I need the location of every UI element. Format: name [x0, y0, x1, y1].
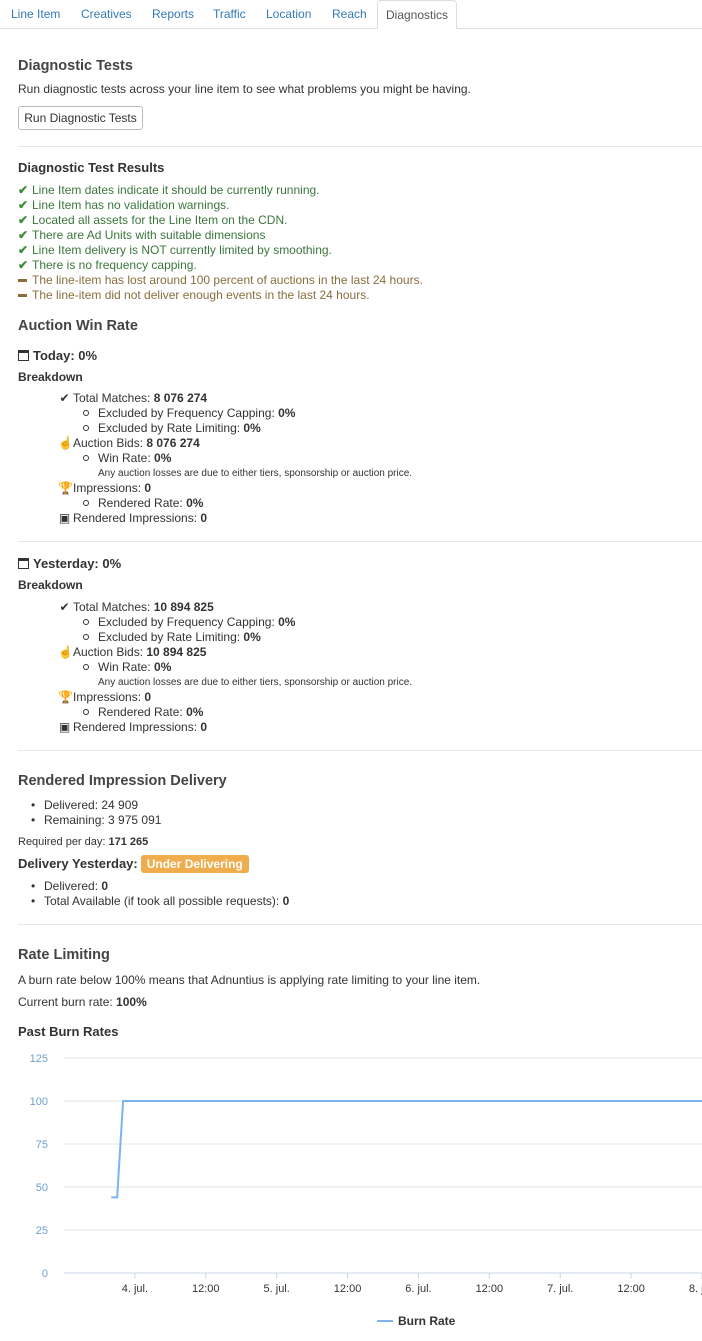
required-per-day: Required per day: 171 265 [18, 836, 149, 848]
today-heading: Today: 0% [18, 348, 97, 363]
x-tick-label: 4. jul. [122, 1283, 148, 1295]
rendered-rate: Rendered Rate: 0% [82, 705, 204, 719]
x-tick-label: 12:00 [476, 1283, 504, 1295]
check-icon: ✔ [18, 183, 29, 197]
diagnostic-tests-title: Diagnostic Tests [18, 58, 133, 74]
minus-icon [18, 273, 32, 287]
result-item: ✔ Line Item dates indicate it should be c… [18, 183, 320, 197]
rendered-impressions: ▣ Rendered Impressions: 0 [58, 511, 208, 525]
result-item: ✔ There is no frequency capping. [18, 258, 197, 272]
result-item: ✔ Line Item delivery is NOT currently lim… [18, 243, 332, 257]
x-tick-label: 12:00 [334, 1283, 362, 1295]
delivery-yesterday: Delivery Yesterday: Under Delivering [18, 855, 249, 873]
impressions: 🏆Impressions: 0 [58, 690, 152, 704]
current-burn-rate: Current burn rate: 100% [18, 995, 147, 1009]
delivered-total: Delivered: 24 909 [31, 798, 138, 812]
excluded-rate-limiting: Excluded by Rate Limiting: 0% [83, 630, 261, 644]
result-item: ✔ Line Item has no validation warnings. [18, 198, 230, 212]
divider [18, 146, 702, 147]
total-matches: ✔ Total Matches: 8 076 274 [59, 391, 208, 405]
x-tick-label: 6. jul. [405, 1283, 431, 1295]
minus-icon [18, 288, 32, 302]
check-icon: ✔ [18, 198, 29, 212]
burn-rate-chart: 0 25 50 75 100 125 4. jul. 12:00 5. jul. 12:00 6. … [30, 1053, 702, 1328]
diagnostic-tests-description: Run diagnostic tests across your line it… [18, 82, 471, 96]
check-icon: ✔ [18, 228, 29, 242]
check-icon: ✔ [59, 600, 70, 614]
result-item: ✔ Located all assets for the Line Item on… [18, 213, 288, 227]
tab-diagnostics[interactable]: Diagnostics [377, 0, 458, 29]
y-tick-label: 100 [30, 1096, 48, 1108]
image-icon: ▣ [58, 511, 71, 525]
tab-bar: Line Item Creatives Reports Traffic Loca… [0, 0, 702, 29]
check-icon: ✔ [18, 213, 29, 227]
divider [18, 541, 702, 542]
tab-traffic[interactable]: Traffic [213, 0, 246, 29]
y-tick-label: 25 [36, 1225, 48, 1237]
check-icon: ✔ [18, 258, 29, 272]
image-icon: ▣ [58, 720, 71, 734]
hand-pointer-icon: ☝ [58, 436, 73, 450]
x-tick-label: 12:00 [617, 1283, 645, 1295]
total-available: Total Available (if took all possible re… [31, 894, 289, 908]
rate-limiting-title: Rate Limiting [18, 947, 110, 963]
x-tick-label: 8. jul. [689, 1283, 702, 1295]
result-item: The line-item has lost around 100 percen… [18, 273, 423, 287]
tab-creatives[interactable]: Creatives [81, 0, 132, 29]
auction-bids: ☝Auction Bids: 8 076 274 [58, 436, 200, 450]
excluded-rate-limiting: Excluded by Rate Limiting: 0% [83, 421, 261, 435]
rendered-impressions: ▣ Rendered Impressions: 0 [58, 720, 208, 734]
hand-pointer-icon: ☝ [58, 645, 73, 659]
result-item: The line-item did not deliver enough eve… [18, 288, 370, 302]
auction-loss-note: Any auction losses are due to either tie… [98, 468, 413, 479]
auction-loss-note: Any auction losses are due to either tie… [98, 677, 413, 688]
run-diagnostic-tests-button[interactable]: Run Diagnostic Tests [18, 106, 143, 130]
series-line [111, 1100, 702, 1199]
breakdown-label: Breakdown [18, 578, 83, 592]
under-delivering-badge: Under Delivering [140, 855, 249, 873]
auction-bids: ☝Auction Bids: 10 894 825 [58, 645, 207, 659]
rendered-rate: Rendered Rate: 0% [82, 496, 204, 510]
trophy-icon: 🏆 [58, 481, 73, 495]
y-tick-label: 50 [36, 1182, 48, 1194]
result-item: ✔ There are Ad Units with suitable dimens… [18, 228, 266, 242]
tab-reports[interactable]: Reports [152, 0, 194, 29]
yesterday-heading: Yesterday: 0% [18, 556, 121, 571]
impressions: 🏆Impressions: 0 [58, 481, 152, 495]
tab-location[interactable]: Location [266, 0, 311, 29]
check-icon: ✔ [59, 391, 70, 405]
divider [18, 750, 702, 751]
remaining-total: Remaining: 3 975 091 [31, 813, 161, 827]
x-tick-label: 5. jul. [264, 1283, 290, 1295]
legend-label: Burn Rate [398, 1314, 456, 1328]
x-tick-label: 7. jul. [547, 1283, 573, 1295]
y-tick-label: 125 [30, 1053, 48, 1065]
tab-reach[interactable]: Reach [332, 0, 367, 29]
rate-limiting-description: A burn rate below 100% means that Adnunt… [18, 973, 481, 987]
breakdown-label: Breakdown [18, 370, 83, 384]
y-tick-label: 0 [42, 1268, 48, 1280]
x-tick-label: 12:00 [192, 1283, 220, 1295]
auction-win-rate-title: Auction Win Rate [18, 318, 138, 334]
past-burn-rates-title: Past Burn Rates [18, 1024, 119, 1039]
total-matches: ✔ Total Matches: 10 894 825 [59, 600, 214, 614]
excluded-frequency-capping: Excluded by Frequency Capping: 0% [82, 406, 296, 420]
calendar-icon [18, 558, 29, 569]
results-title: Diagnostic Test Results [18, 160, 165, 175]
trophy-icon: 🏆 [58, 690, 73, 704]
y-tick-label: 75 [36, 1139, 48, 1151]
check-icon: ✔ [18, 243, 29, 257]
yesterday-delivered: Delivered: 0 [31, 879, 108, 893]
delivery-title: Rendered Impression Delivery [18, 773, 227, 789]
win-rate: Win Rate: 0% [82, 660, 172, 674]
divider [18, 924, 702, 925]
excluded-frequency-capping: Excluded by Frequency Capping: 0% [82, 615, 296, 629]
win-rate: Win Rate: 0% [82, 451, 172, 465]
calendar-icon [18, 350, 29, 361]
tab-line-item[interactable]: Line Item [11, 0, 60, 29]
